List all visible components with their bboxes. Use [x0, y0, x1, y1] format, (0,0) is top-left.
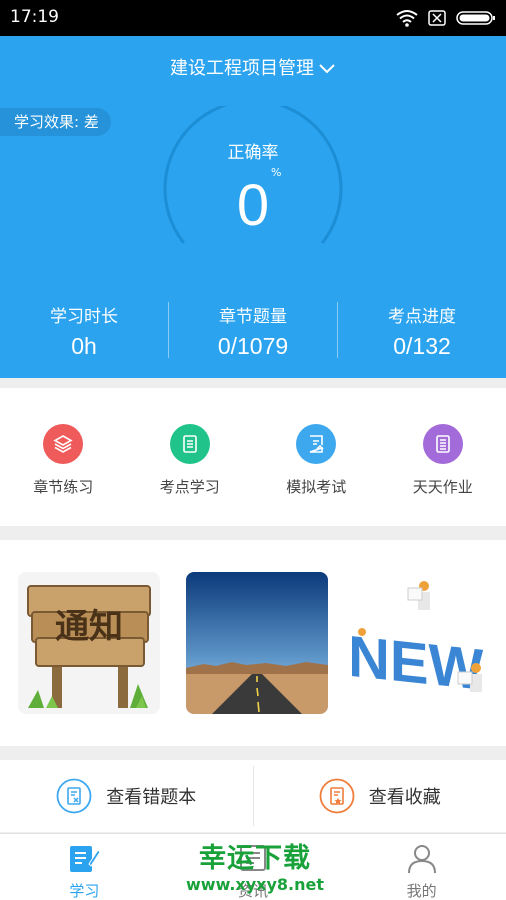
shortcut-label: 查看错题本 — [106, 787, 197, 808]
battery-icon — [456, 11, 495, 25]
stat-value: 0h — [71, 333, 97, 359]
no-sim-icon — [428, 10, 446, 26]
watermark-url: www.xyxy8.net — [186, 875, 324, 894]
accuracy-value: 0 — [236, 173, 270, 238]
favorites-icon — [319, 778, 355, 814]
menu-label: 章节练习 — [33, 478, 94, 496]
exam-icon — [296, 424, 337, 464]
function-menu: 章节练习 考点学习 模拟考试 天天作业 — [0, 388, 506, 526]
stat-label: 章节题量 — [219, 307, 287, 327]
layers-icon — [43, 424, 84, 464]
watermark-title: 幸运下载 — [199, 843, 311, 874]
learning-summary-panel: 建设工程项目管理 学习效果: 差 正确率 % 0 学习时长 0h 章节题量 0/… — [0, 36, 506, 378]
menu-label: 考点学习 — [159, 478, 220, 496]
accuracy-label: 正确率 — [227, 143, 279, 163]
stat-study-time: 学习时长 0h — [0, 298, 168, 362]
stat-value: 0/132 — [393, 333, 451, 359]
banner-notice[interactable]: 通知 — [18, 572, 160, 714]
chevron-down-icon — [319, 64, 335, 74]
tab-profile[interactable]: 我的 — [337, 834, 506, 900]
list-icon — [422, 424, 463, 464]
notice-sign-text: 通知 — [55, 607, 123, 647]
news-image: NEW — [352, 581, 483, 703]
tab-label: 学习 — [69, 882, 100, 900]
shortcut-label: 查看收藏 — [368, 787, 441, 808]
road-image — [186, 572, 328, 714]
stat-value: 0/1079 — [217, 333, 289, 359]
tab-study[interactable]: 学习 — [0, 834, 169, 900]
tab-label: 我的 — [406, 882, 437, 900]
wifi-icon — [396, 10, 418, 27]
stat-chapter-questions: 章节题量 0/1079 — [169, 298, 337, 362]
study-icon — [70, 846, 101, 872]
stat-exam-point-progress: 考点进度 0/132 — [338, 298, 506, 362]
project-title: 建设工程项目管理 — [170, 58, 314, 79]
learning-effect-badge: 学习效果: 差 — [0, 108, 111, 136]
menu-daily-homework[interactable]: 天天作业 — [380, 388, 506, 526]
view-wrong-book-button[interactable]: 查看错题本 — [0, 760, 253, 832]
banner-carousel: 通知 NEW — [0, 540, 506, 746]
banner-road[interactable] — [186, 572, 328, 714]
profile-icon — [407, 845, 436, 874]
stats-row: 学习时长 0h 章节题量 0/1079 考点进度 0/132 — [0, 298, 506, 362]
menu-chapter-practice[interactable]: 章节练习 — [0, 388, 127, 526]
menu-exam-point-study[interactable]: 考点学习 — [127, 388, 254, 526]
stat-label: 考点进度 — [388, 307, 456, 327]
menu-label: 模拟考试 — [286, 478, 347, 496]
menu-label: 天天作业 — [412, 478, 473, 496]
news-banner-text: NEW — [352, 624, 483, 703]
banner-news[interactable]: NEW — [352, 572, 492, 714]
project-selector[interactable]: 建设工程项目管理 — [0, 54, 506, 80]
document-icon — [169, 424, 210, 464]
status-time: 17:19 — [10, 7, 59, 27]
stat-label: 学习时长 — [50, 307, 118, 327]
view-favorites-button[interactable]: 查看收藏 — [254, 760, 506, 832]
shortcut-bar: 查看错题本 查看收藏 — [0, 760, 506, 832]
status-icons — [396, 9, 496, 27]
watermark: 幸运下载 www.xyxy8.net — [170, 836, 340, 894]
notice-sign-image: 通知 — [27, 585, 151, 708]
status-bar: 17:19 — [0, 0, 506, 36]
menu-mock-exam[interactable]: 模拟考试 — [253, 388, 380, 526]
wrong-book-icon — [56, 778, 92, 814]
